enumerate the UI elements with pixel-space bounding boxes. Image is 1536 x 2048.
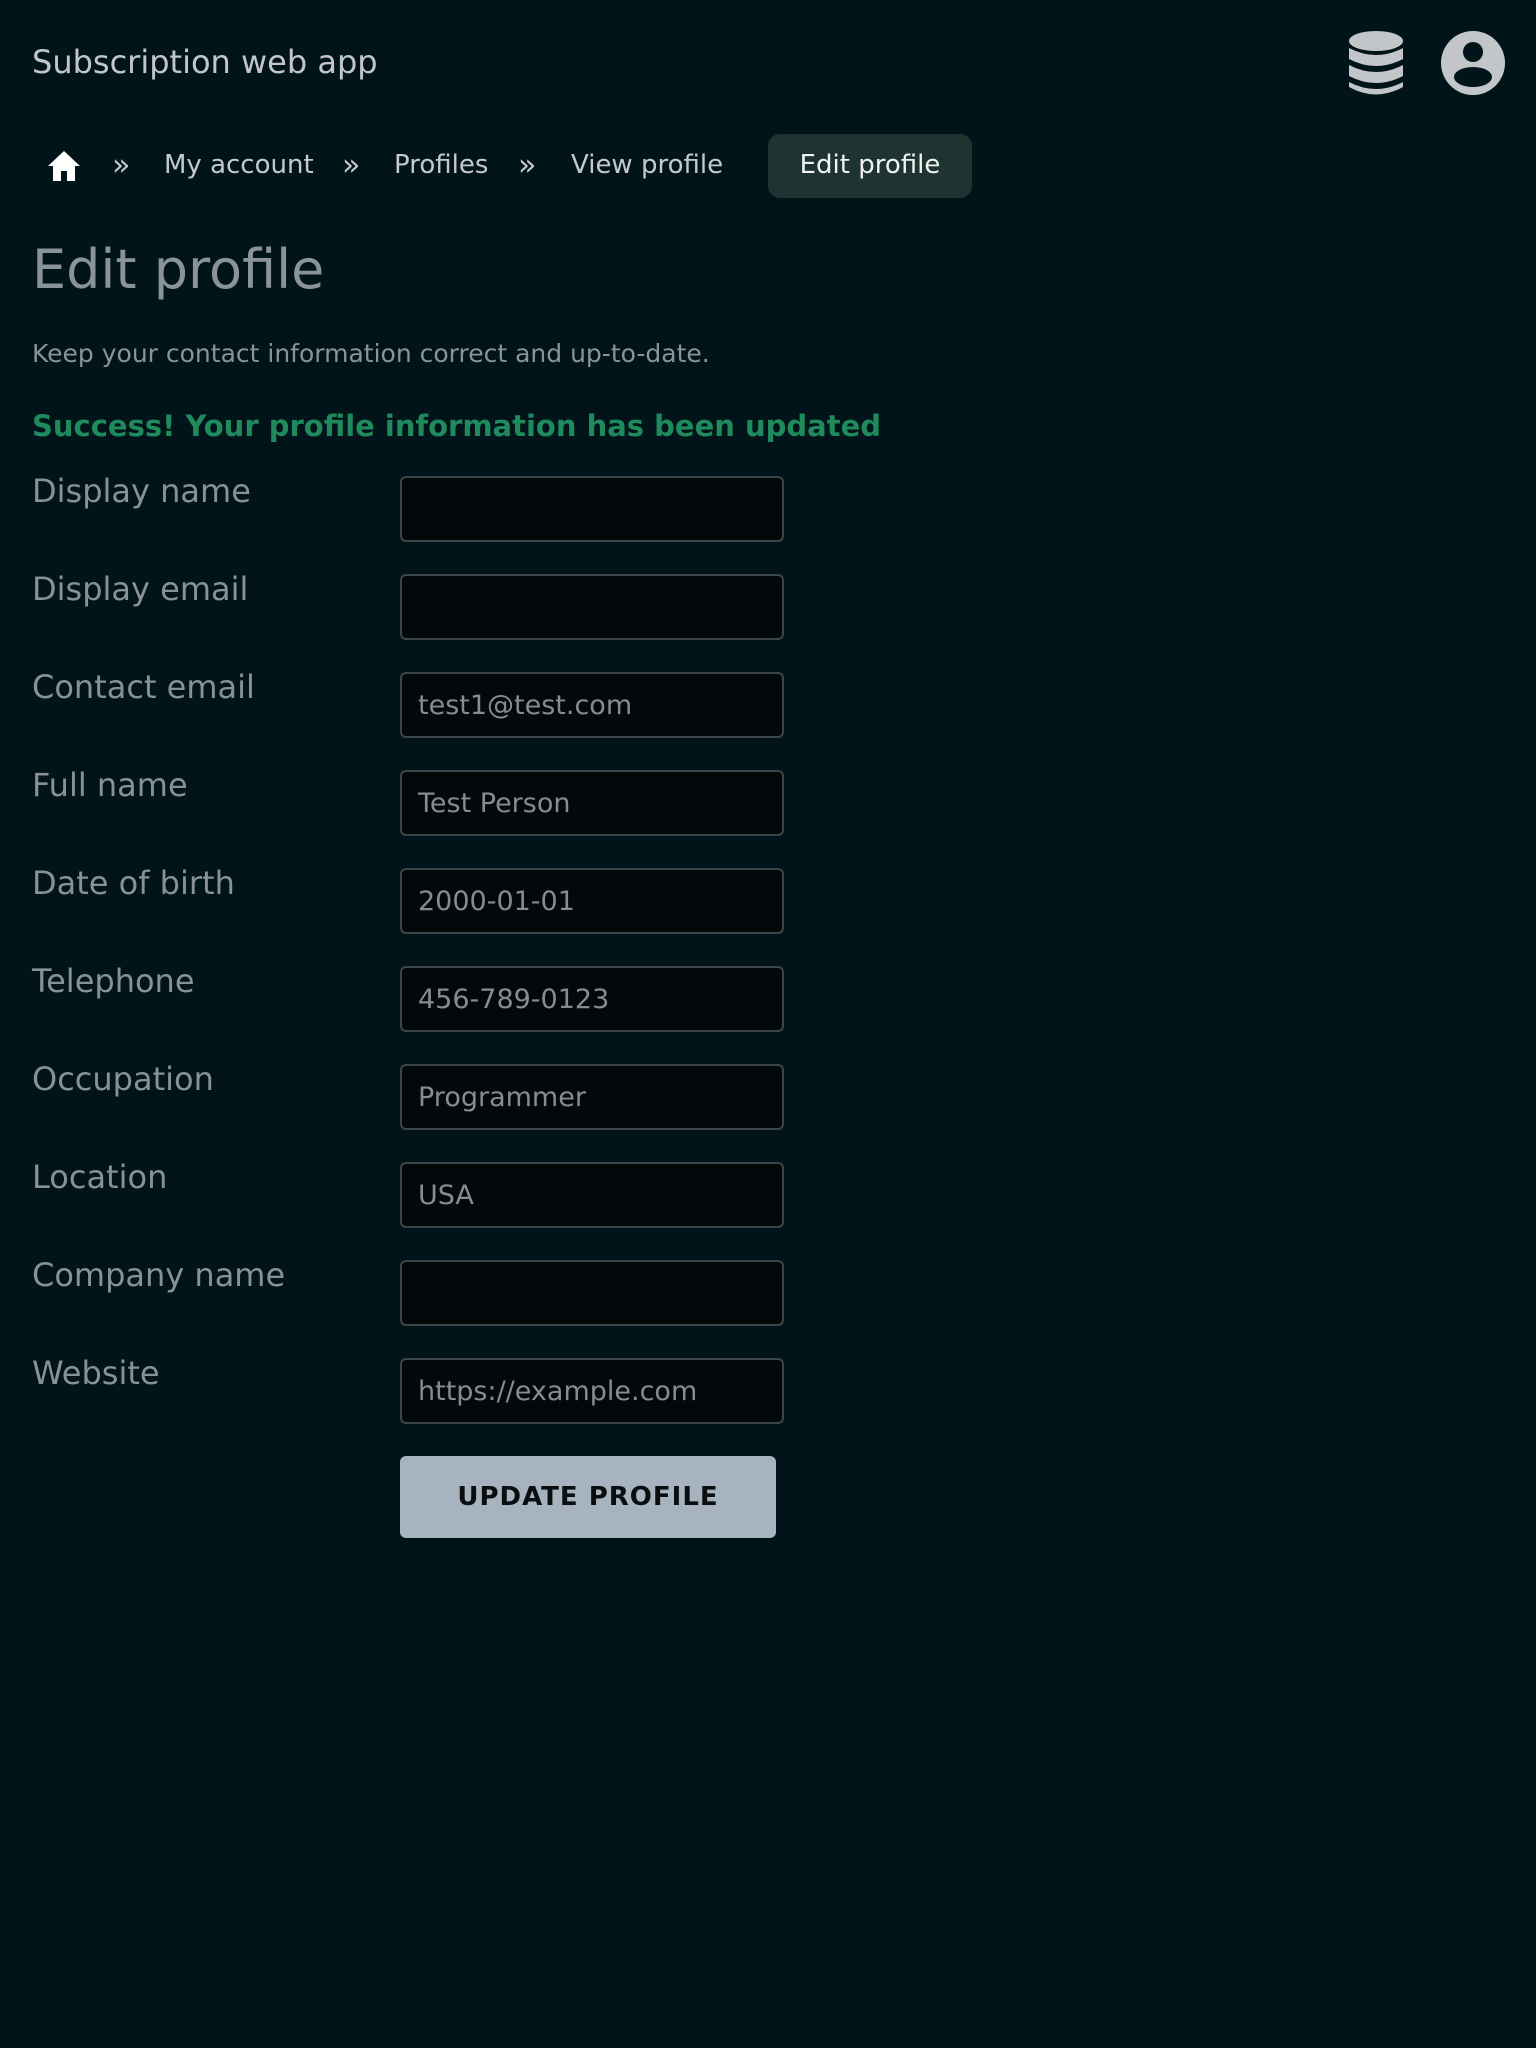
update-profile-button[interactable]: UPDATE PROFILE [400, 1456, 776, 1538]
page-title: Edit profile [32, 238, 325, 301]
telephone-label: Telephone [32, 962, 195, 1000]
website-input[interactable] [400, 1358, 784, 1424]
full-name-input[interactable] [400, 770, 784, 836]
full-name-label: Full name [32, 766, 188, 804]
app-title[interactable]: Subscription web app [32, 42, 378, 82]
occupation-label: Occupation [32, 1060, 214, 1098]
contact-email-input[interactable] [400, 672, 784, 738]
user-account-icon[interactable] [1440, 30, 1506, 96]
database-icon[interactable] [1346, 30, 1406, 98]
company-name-input[interactable] [400, 1260, 784, 1326]
location-label: Location [32, 1158, 168, 1196]
breadcrumb-my-account[interactable]: My account [164, 134, 314, 198]
date-of-birth-input[interactable] [400, 868, 784, 934]
date-of-birth-label: Date of birth [32, 864, 235, 902]
breadcrumb-view-profile[interactable]: View profile [571, 134, 723, 198]
success-message: Success! Your profile information has be… [32, 409, 882, 443]
home-icon[interactable] [46, 148, 82, 184]
location-input[interactable] [400, 1162, 784, 1228]
breadcrumb-separator: » [518, 148, 537, 183]
breadcrumb-separator: » [342, 148, 361, 183]
telephone-input[interactable] [400, 966, 784, 1032]
breadcrumb-profiles[interactable]: Profiles [394, 134, 488, 198]
display-email-label: Display email [32, 570, 249, 608]
occupation-input[interactable] [400, 1064, 784, 1130]
breadcrumb-current[interactable]: Edit profile [768, 134, 972, 198]
contact-email-label: Contact email [32, 668, 255, 706]
breadcrumb: » My account » Profiles » View profile E… [32, 134, 1032, 198]
page-subtitle: Keep your contact information correct an… [32, 339, 710, 368]
display-name-label: Display name [32, 472, 251, 510]
breadcrumb-separator: » [112, 148, 131, 183]
display-email-input[interactable] [400, 574, 784, 640]
display-name-input[interactable] [400, 476, 784, 542]
company-name-label: Company name [32, 1256, 286, 1294]
website-label: Website [32, 1354, 160, 1392]
app-header: Subscription web app [0, 0, 1536, 130]
